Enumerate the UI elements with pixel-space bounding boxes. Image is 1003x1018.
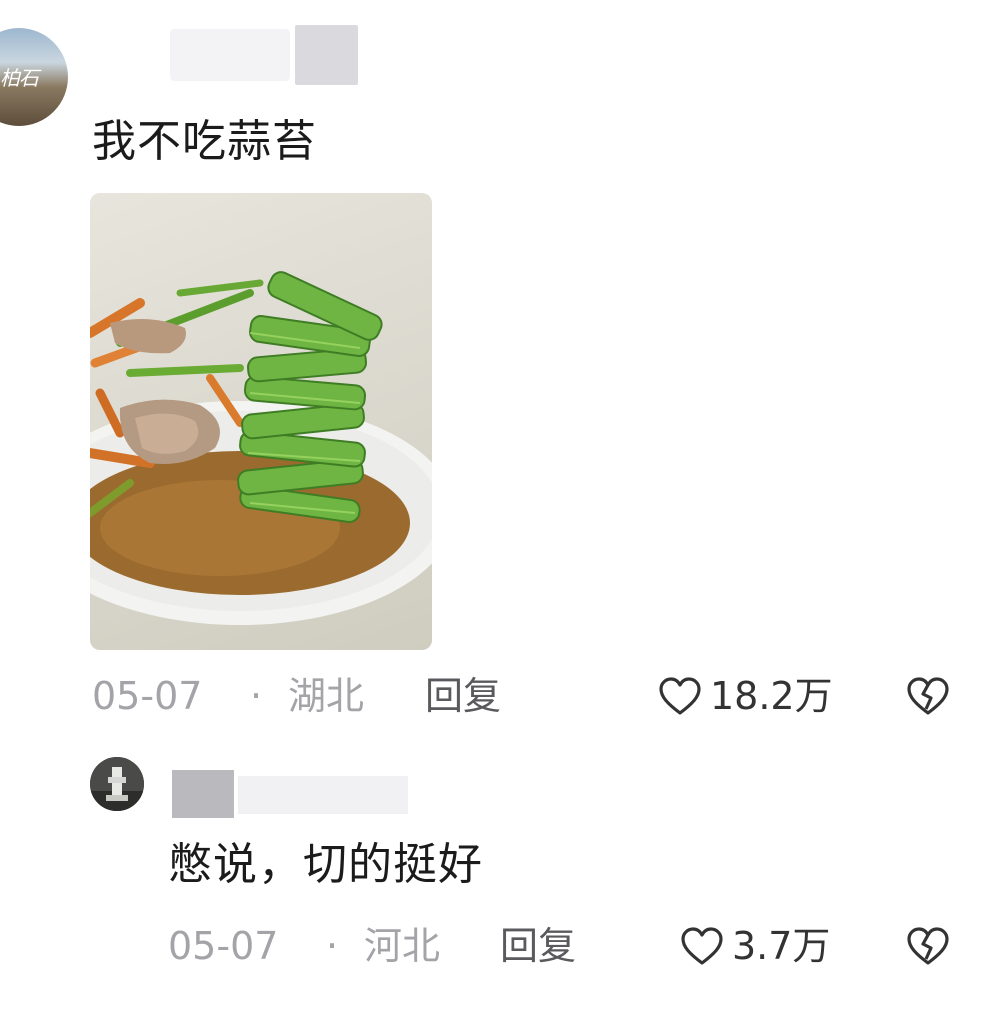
heart-outline-icon[interactable]	[658, 676, 702, 716]
reply-avatar[interactable]	[90, 757, 144, 811]
garlic-scape-dish-photo	[90, 271, 432, 625]
like-count: 3.7万	[732, 924, 831, 968]
commenter-avatar[interactable]: 柏石	[0, 28, 68, 126]
reply-location: 河北	[364, 924, 441, 968]
meta-separator: ·	[250, 674, 263, 718]
reply-button[interactable]: 回复	[500, 922, 576, 970]
reply-text: 憋说，切的挺好	[168, 839, 483, 890]
reply-commenter-name-redacted[interactable]	[172, 770, 412, 818]
commenter-name-redacted[interactable]	[170, 25, 360, 85]
broken-heart-icon[interactable]	[906, 926, 950, 966]
comment-text: 我不吃蒜苔	[92, 116, 317, 167]
avatar-text: 柏石	[0, 66, 39, 90]
reply-button[interactable]: 回复	[425, 672, 501, 720]
comment-date: 05-07	[92, 674, 203, 718]
like-count: 18.2万	[710, 674, 833, 718]
meta-separator: ·	[326, 924, 339, 968]
reply-date: 05-07	[168, 924, 279, 968]
broken-heart-icon[interactable]	[906, 676, 950, 716]
comment-location: 湖北	[288, 674, 365, 718]
comment-image[interactable]	[90, 193, 432, 650]
heart-outline-icon[interactable]	[680, 926, 724, 966]
